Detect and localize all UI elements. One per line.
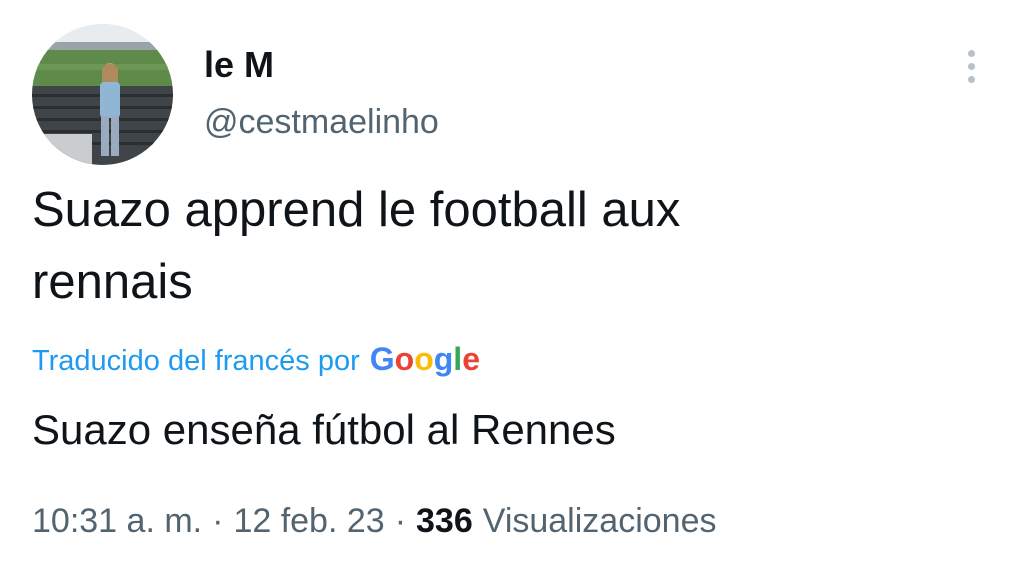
more-options-button[interactable] — [956, 46, 986, 86]
tweet-date[interactable]: 12 feb. 23 — [233, 502, 384, 541]
google-logo-letter: G — [369, 341, 395, 377]
google-logo-letter: g — [433, 341, 454, 377]
google-logo-letter: l — [453, 341, 463, 377]
translated-by-label[interactable]: Traducido del francés por — [32, 345, 360, 378]
separator: · — [394, 502, 407, 540]
tweet-text: Suazo apprend le football aux rennais — [32, 174, 932, 318]
more-vertical-icon — [967, 49, 975, 57]
translated-text: Suazo enseña fútbol al Rennes — [32, 406, 616, 453]
views-count: 336 — [416, 502, 473, 540]
translation-attribution[interactable]: Traducido del francés por Google — [32, 341, 480, 378]
more-vertical-icon — [967, 62, 975, 70]
tweet-time[interactable]: 10:31 a. m. — [32, 502, 202, 541]
avatar[interactable] — [32, 24, 173, 165]
separator: · — [212, 502, 224, 540]
display-name[interactable]: le M — [204, 44, 274, 86]
tweet-card: le M @cestmaelinho Suazo apprend le foot… — [0, 0, 1024, 569]
google-logo-letter: o — [414, 341, 434, 377]
tweet-metadata: 10:31 a. m. · 12 feb. 23 · 336 Visualiza… — [32, 502, 716, 541]
more-vertical-icon — [967, 75, 975, 83]
google-logo-letter: e — [462, 341, 480, 377]
avatar-image — [32, 24, 173, 165]
views-label: Visualizaciones — [482, 502, 717, 540]
google-logo-letter: o — [394, 341, 415, 377]
user-handle[interactable]: @cestmaelinho — [204, 103, 439, 142]
tweet-text-line: Suazo apprend le football aux — [32, 183, 681, 237]
google-logo: Google — [370, 341, 480, 378]
tweet-text-line: rennais — [32, 255, 193, 309]
